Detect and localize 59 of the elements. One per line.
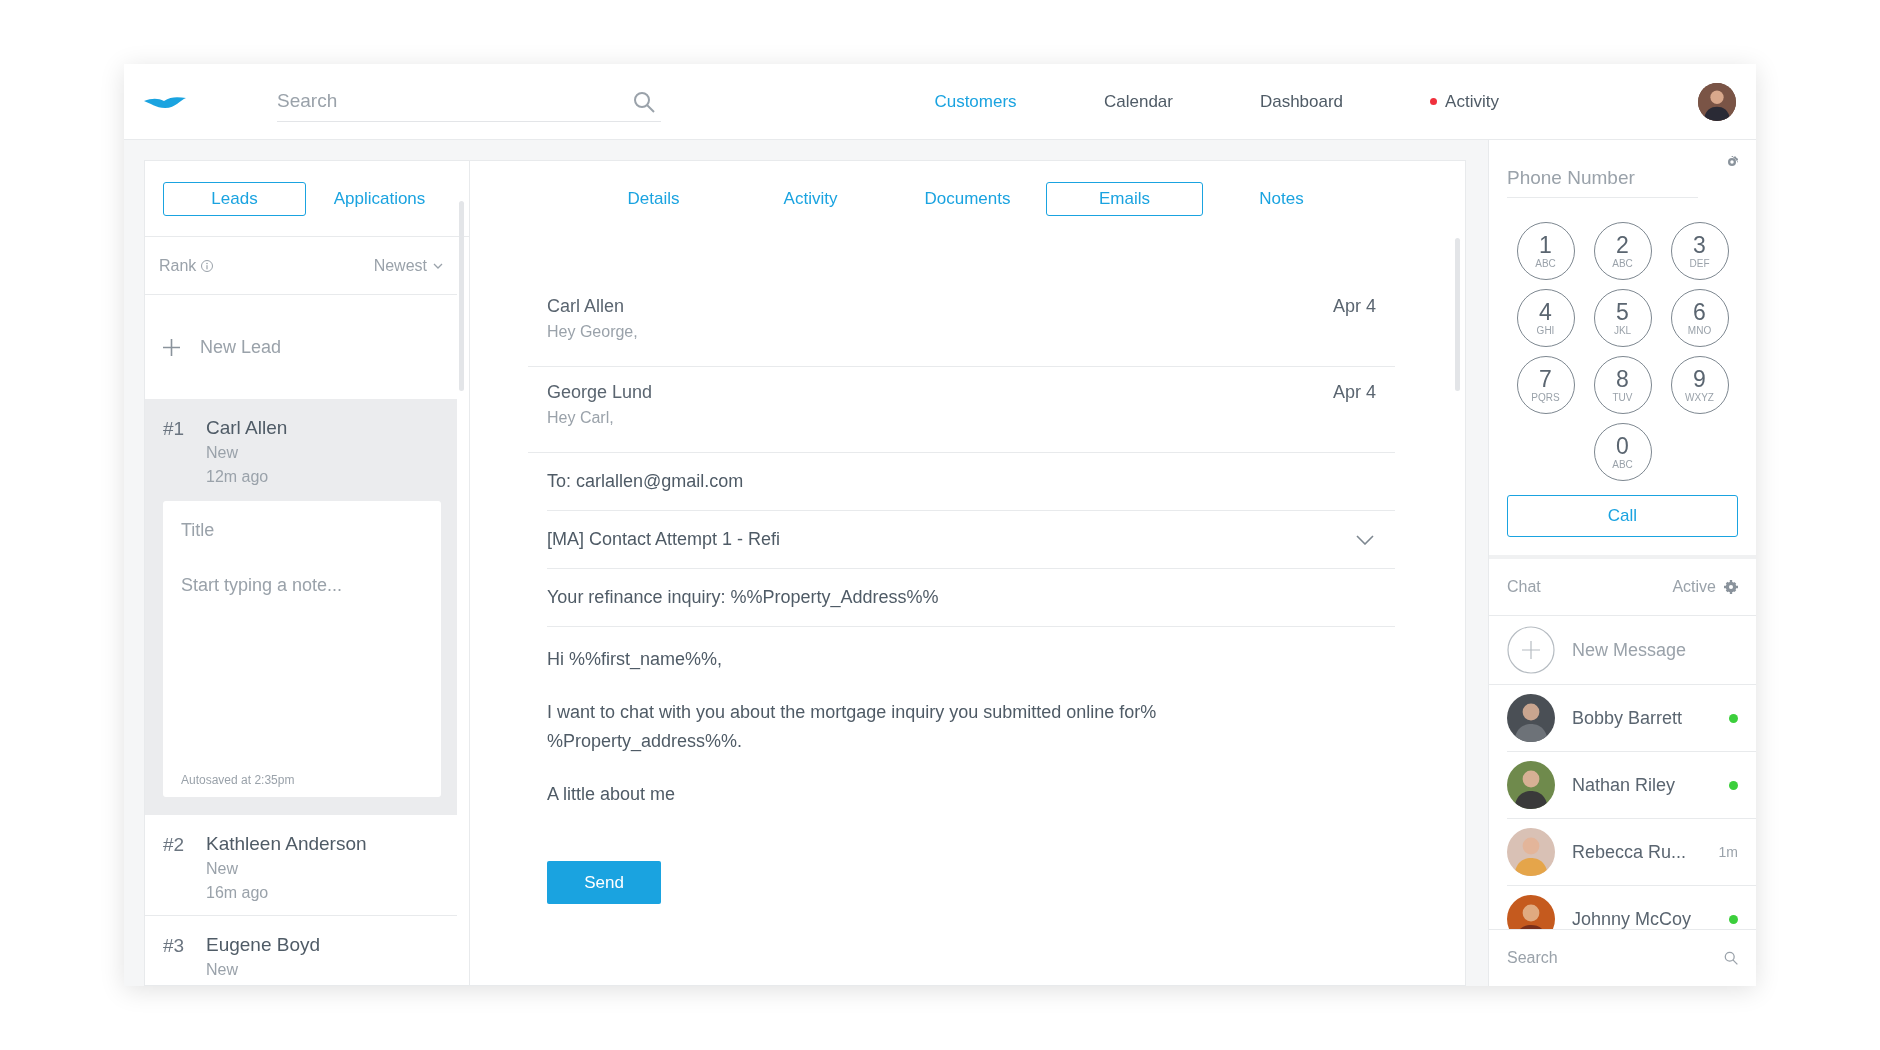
lead-time: 12m ago [206, 467, 270, 487]
nav-link[interactable]: Calendar [1057, 88, 1220, 115]
autosave-text: Autosaved at 2:35pm [163, 771, 441, 797]
note-title-field[interactable]: Title [163, 501, 441, 558]
email-item[interactable]: George Lund Hey Carl, Apr 4 [528, 367, 1395, 453]
email-preview: Hey George, [547, 322, 638, 342]
body-paragraph: I want to chat with you about the mortgage inquiry you submitted online for% %Property_address%%. [547, 701, 1158, 754]
avatar[interactable] [1698, 82, 1736, 121]
search-icon [633, 90, 655, 113]
note-body-field[interactable]: Start typing a note... [163, 558, 441, 771]
chevron-down-icon[interactable] [1356, 534, 1374, 545]
lead-status: New [206, 859, 239, 879]
email-date: Apr 4 [1332, 381, 1376, 404]
chat-status: Active [1672, 577, 1716, 597]
contact-name: Nathan Riley [1572, 773, 1676, 797]
email-preview: Hey Carl, [547, 408, 615, 428]
lead-rank: #2 [163, 833, 186, 857]
logo-icon [144, 94, 186, 109]
lead-status: New [206, 443, 239, 463]
contact-item[interactable]: Rebecca Ru... 1m [1507, 819, 1756, 886]
contact-item[interactable]: Bobby Barrett [1507, 685, 1756, 752]
lead-name: Eugene Boyd [206, 933, 321, 957]
lead-rank: #3 [163, 934, 186, 958]
lead-status: New [206, 960, 239, 980]
search-field[interactable]: Search [277, 81, 661, 122]
plus-icon [1507, 626, 1555, 674]
nav-link[interactable]: Dashboard [1220, 88, 1383, 115]
scrollbar[interactable] [1455, 238, 1460, 391]
settings-icon[interactable] [1726, 156, 1738, 168]
search-icon [1724, 951, 1738, 965]
email-item[interactable]: Carl Allen Hey George, Apr 4 [528, 281, 1395, 367]
template-dropdown[interactable]: [MA] Contact Attempt 1 - Refi [547, 526, 781, 553]
body-paragraph: A little about me [547, 783, 677, 806]
settings-icon[interactable] [1724, 580, 1738, 594]
contact-name: Johnny McCoy [1572, 907, 1692, 929]
email-sender: Carl Allen [547, 295, 626, 318]
contact-name: Bobby Barrett [1572, 706, 1683, 730]
chat-title: Chat [1507, 577, 1541, 597]
plus-icon [163, 338, 180, 356]
subject-field[interactable]: Your refinance inquiry: %%Property_Address%% [547, 584, 939, 611]
contact-item[interactable]: Johnny McCoy [1507, 886, 1756, 929]
scrollbar[interactable] [459, 201, 464, 391]
contact-name: Rebecca Ru... [1572, 840, 1687, 864]
email-sender: George Lund [547, 381, 653, 404]
chevron-down-icon [433, 262, 443, 269]
lead-name: Carl Allen [206, 416, 288, 440]
phone-field[interactable]: Phone Number [1507, 158, 1698, 198]
contact-time: 1m [1718, 842, 1738, 862]
contact-item[interactable]: Nathan Riley [1507, 752, 1756, 819]
lead-time: 16m ago [206, 883, 270, 903]
lead-item[interactable]: #1 Carl Allen New 12m ago Title Start typing a note... Autosaved at 2:35pm [145, 399, 457, 815]
nav-label[interactable]: Activity [1445, 88, 1499, 115]
lead-name: Kathleen Anderson [206, 832, 367, 856]
body-paragraph: Hi %%first_name%%, [547, 648, 724, 672]
sort-label: Rank [159, 255, 197, 276]
lead-rank: #1 [163, 417, 186, 441]
recipient-field[interactable]: To: carlallen@gmail.com [547, 468, 744, 495]
chat-search-field[interactable]: Search [1507, 938, 1724, 978]
email-date: Apr 4 [1332, 295, 1376, 318]
